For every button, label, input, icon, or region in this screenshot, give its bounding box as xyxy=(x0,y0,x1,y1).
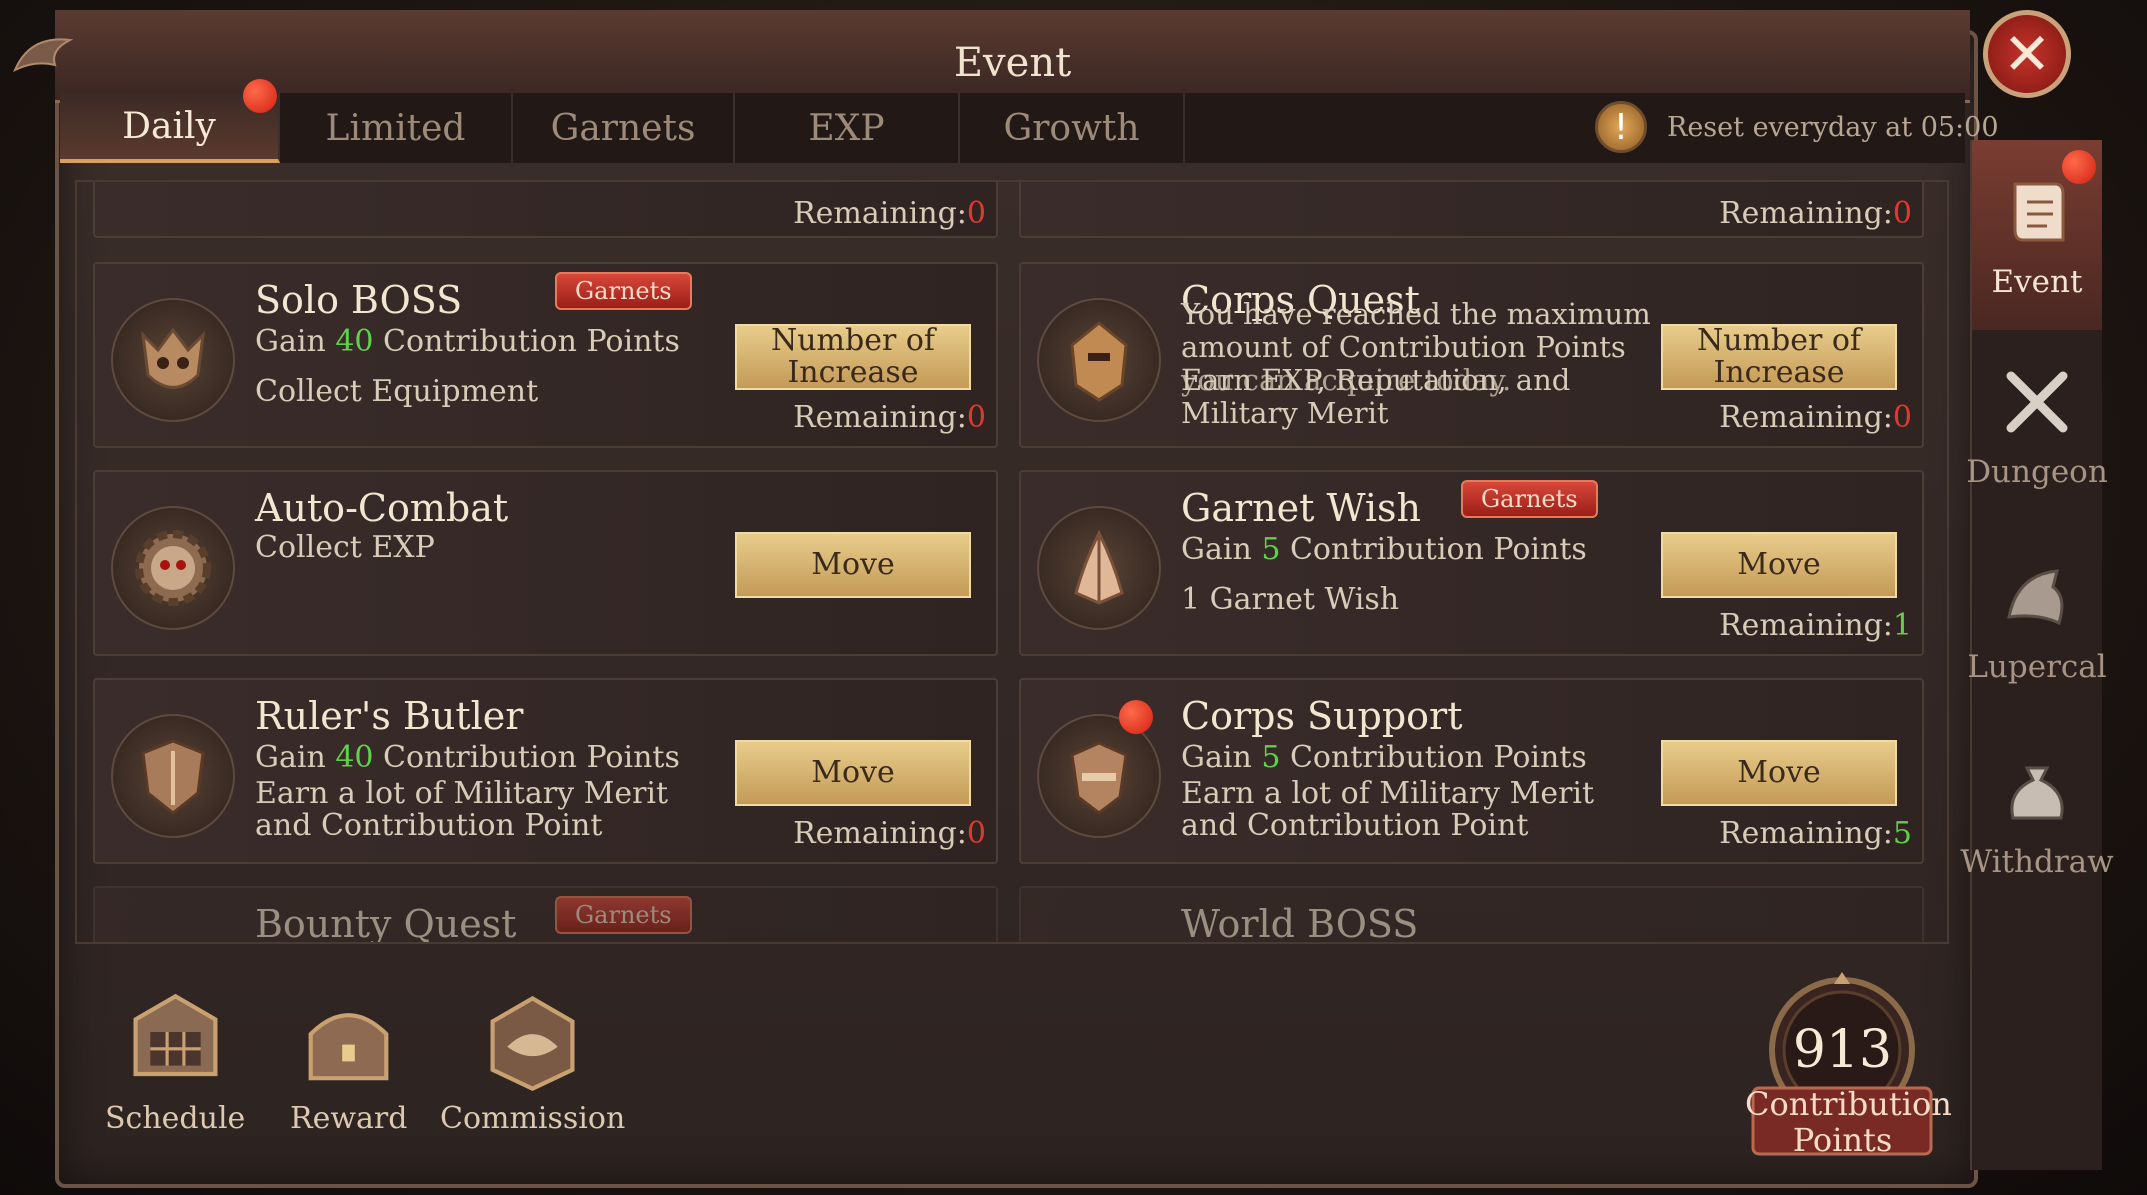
window-title: Event xyxy=(953,40,1072,86)
garnets-badge: Garnets xyxy=(555,272,692,310)
list-item: Remaining:0 xyxy=(1019,182,1924,238)
tab-garnets[interactable]: Garnets xyxy=(513,93,735,163)
event-list[interactable]: Remaining:0 Remaining:0 Solo BOSS Garnet… xyxy=(75,180,1949,944)
card-title: Corps Support xyxy=(1181,694,1463,738)
move-button[interactable]: Move xyxy=(1661,740,1897,806)
tab-growth[interactable]: Growth xyxy=(960,93,1185,163)
gain-text: Gain 40 Contribution Points xyxy=(255,740,680,775)
card-description: Earn a lot of Military Merit xyxy=(255,776,669,811)
remaining-text: Remaining:0 xyxy=(1719,196,1912,231)
crossed-swords-icon xyxy=(2006,371,2068,433)
sidebar-item-lupercal[interactable]: Lupercal xyxy=(1967,525,2107,715)
treasure-chest-icon xyxy=(308,1013,389,1081)
sidebar-item-label: Lupercal xyxy=(1967,649,2107,685)
list-item: Remaining:0 xyxy=(93,182,998,238)
sidebar-item-dungeon[interactable]: Dungeon xyxy=(1966,330,2108,520)
card-description: and Contribution Point xyxy=(255,808,603,843)
gain-text: Gain 5 Contribution Points xyxy=(1181,740,1587,775)
max-reached-notice: You have reached the maximum amount of C… xyxy=(1181,297,1651,430)
card-corps-quest: Corps Quest You have reached the maximum… xyxy=(1019,262,1924,448)
card-corps-support: Corps Support Gain 5 Contribution Points… xyxy=(1019,678,1924,864)
card-title: Bounty Quest xyxy=(255,902,517,944)
armor-shield-icon xyxy=(111,714,235,838)
card-description: Earn a lot of Military Merit xyxy=(1181,776,1595,811)
close-icon: ✕ xyxy=(2002,20,2052,88)
tab-growth-label: Growth xyxy=(1003,107,1140,149)
card-title: World BOSS xyxy=(1181,902,1419,944)
notification-dot xyxy=(1119,700,1153,734)
remaining-text: Remaining:1 xyxy=(1719,608,1912,643)
remaining-text: Remaining:0 xyxy=(793,816,986,851)
move-button[interactable]: Move xyxy=(735,532,971,598)
card-world-boss: World BOSS xyxy=(1019,886,1924,944)
sidebar-item-withdraw[interactable]: Withdraw xyxy=(1960,720,2114,910)
card-title: Solo BOSS xyxy=(255,278,463,322)
reward-button[interactable]: Reward xyxy=(290,990,407,1136)
money-bag-icon xyxy=(2010,766,2064,820)
card-description: Collect EXP xyxy=(255,530,435,565)
sidebar-item-label: Dungeon xyxy=(1966,454,2108,490)
praying-hands-icon xyxy=(1037,506,1161,630)
remaining-text: Remaining:0 xyxy=(793,196,986,231)
gear-skull-icon xyxy=(111,506,235,630)
contribution-points-label: Contribution Points xyxy=(1745,1085,1952,1159)
card-title: Ruler's Butler xyxy=(255,694,524,738)
card-description: Collect Equipment xyxy=(255,374,539,409)
move-button[interactable]: Move xyxy=(735,740,971,806)
reset-notice: ! Reset everyday at 05:00 xyxy=(1595,97,1999,157)
tab-exp[interactable]: EXP xyxy=(735,93,960,163)
schedule-button[interactable]: Schedule xyxy=(105,990,245,1136)
tab-limited-label: Limited xyxy=(325,107,466,149)
sidebar: Event Dungeon Lupercal Withdraw xyxy=(1960,140,2114,1170)
move-button[interactable]: Move xyxy=(1661,532,1897,598)
sidebar-item-label: Withdraw xyxy=(1960,844,2114,880)
scroll-icon xyxy=(2013,182,2065,242)
tab-exp-label: EXP xyxy=(808,107,885,149)
demon-skull-icon xyxy=(111,298,235,422)
contribution-points-display[interactable]: 913 Contribution Points xyxy=(1745,970,1952,1160)
close-button[interactable]: ✕ xyxy=(1983,10,2071,98)
helmet-icon xyxy=(1037,298,1161,422)
card-auto-combat: Auto-Combat Collect EXP Move xyxy=(93,470,998,656)
notification-dot xyxy=(2062,150,2096,184)
notification-dot xyxy=(243,79,277,113)
garnets-badge: Garnets xyxy=(555,896,692,934)
handshake-icon xyxy=(490,995,575,1092)
tab-limited[interactable]: Limited xyxy=(280,93,513,163)
remaining-text: Remaining:5 xyxy=(1719,816,1912,851)
card-bounty-quest: Bounty Quest Garnets xyxy=(93,886,998,944)
number-of-increase-button[interactable]: Number of Increase xyxy=(1661,324,1897,390)
card-garnet-wish: Garnet Wish Garnets Gain 5 Contribution … xyxy=(1019,470,1924,656)
remaining-text: Remaining:0 xyxy=(1719,400,1912,435)
card-title: Auto-Combat xyxy=(255,486,509,530)
tab-daily-label: Daily xyxy=(122,105,216,147)
gain-text: Gain 40 Contribution Points xyxy=(255,324,680,359)
contribution-points-value: 913 xyxy=(1792,1020,1893,1080)
commission-button[interactable]: Commission xyxy=(440,990,625,1136)
gain-text: Gain 5 Contribution Points xyxy=(1181,532,1587,567)
sidebar-item-label: Event xyxy=(1991,264,2083,300)
card-description: 1 Garnet Wish xyxy=(1181,582,1400,617)
card-title: Garnet Wish xyxy=(1181,486,1422,530)
tab-garnets-label: Garnets xyxy=(550,107,696,149)
number-of-increase-button[interactable]: Number of Increase xyxy=(735,324,971,390)
card-rulers-butler: Ruler's Butler Gain 40 Contribution Poin… xyxy=(93,678,998,864)
commission-label: Commission xyxy=(440,1101,626,1136)
garnets-badge: Garnets xyxy=(1461,480,1598,518)
card-solo-boss: Solo BOSS Garnets Gain 40 Contribution P… xyxy=(93,262,998,448)
schedule-label: Schedule xyxy=(105,1101,246,1136)
remaining-text: Remaining:0 xyxy=(793,400,986,435)
title-bar: Event xyxy=(13,10,1970,103)
reward-label: Reward xyxy=(290,1101,408,1136)
reset-text: Reset everyday at 05:00 xyxy=(1667,111,1999,143)
calendar-icon xyxy=(133,993,218,1077)
exclamation-icon[interactable]: ! xyxy=(1595,101,1647,153)
wolf-head-icon xyxy=(2007,569,2064,626)
card-description: and Contribution Point xyxy=(1181,808,1529,843)
